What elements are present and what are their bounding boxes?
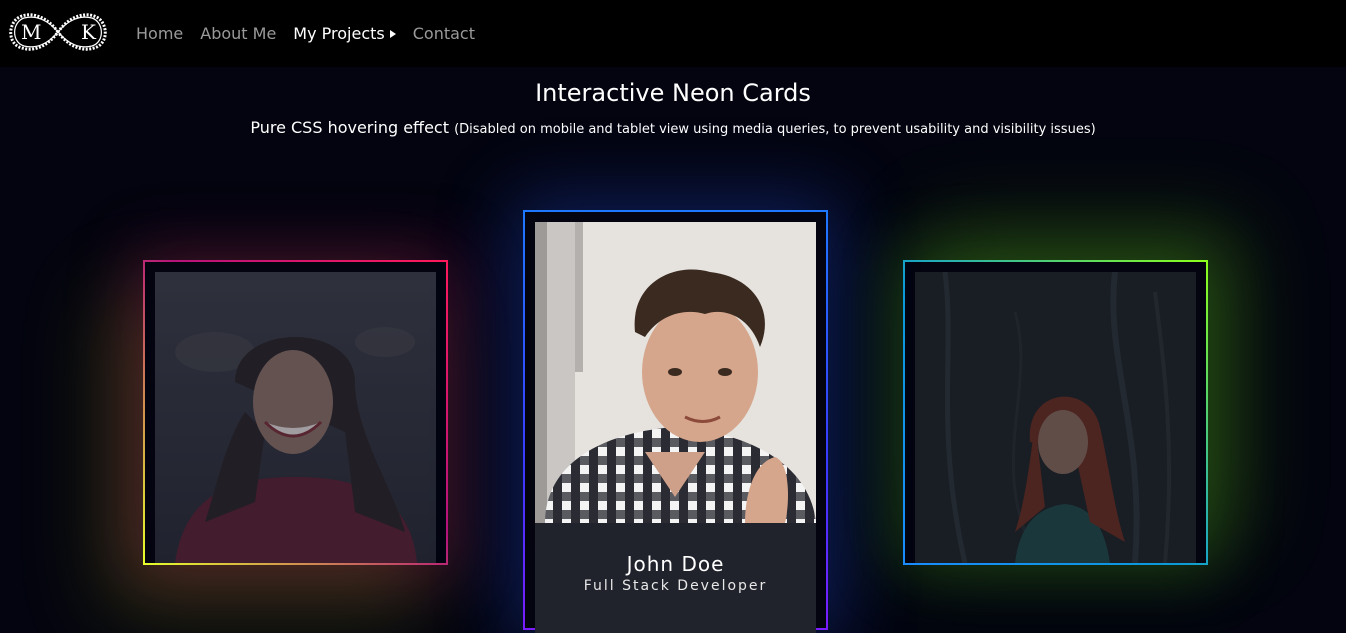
nav-links: Home About Me My Projects Contact — [136, 20, 492, 46]
card-name: John Doe — [626, 552, 725, 576]
card-caption: John Doe Full Stack Developer — [535, 523, 816, 633]
subtitle-main: Pure CSS hovering effect — [250, 118, 449, 137]
page-subtitle: Pure CSS hovering effect (Disabled on mo… — [0, 117, 1346, 141]
caret-right-icon — [389, 30, 396, 38]
logo-letter-m: M — [21, 20, 42, 44]
card-role: Full Stack Developer — [583, 578, 768, 594]
card-photo-redhead-woman — [915, 272, 1196, 563]
neon-card-center[interactable]: John Doe Full Stack Developer — [523, 210, 828, 633]
mk-logo[interactable]: M K — [4, 6, 112, 58]
navbar: M K Home About Me My Projects Contact — [0, 0, 1346, 67]
nav-contact-link[interactable]: Contact — [413, 24, 475, 43]
nav-home-link[interactable]: Home — [136, 24, 183, 43]
card-photo-man-plaid-shirt — [535, 222, 816, 523]
card-photo-woman-smiling — [155, 272, 436, 563]
subtitle-note: (Disabled on mobile and tablet view usin… — [454, 122, 1096, 137]
page-title: Interactive Neon Cards — [535, 79, 811, 107]
neon-card-left[interactable] — [143, 260, 448, 565]
nav-projects-link[interactable]: My Projects — [293, 23, 396, 43]
nav-about-link[interactable]: About Me — [200, 24, 276, 43]
neon-card-right[interactable] — [903, 260, 1208, 565]
nav-projects-label: My Projects — [293, 23, 385, 43]
logo-letter-k: K — [81, 20, 96, 44]
